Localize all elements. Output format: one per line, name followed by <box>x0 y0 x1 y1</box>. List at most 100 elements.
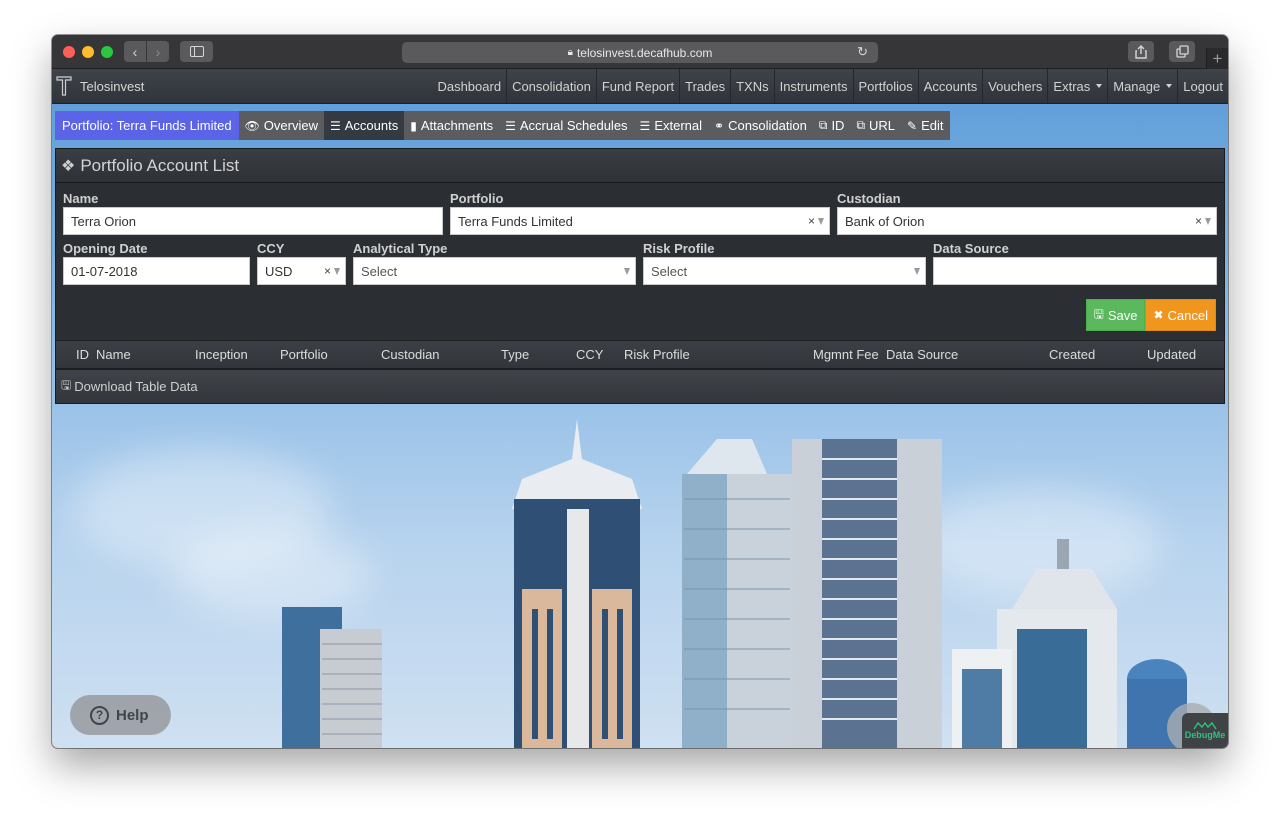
nav-portfolios[interactable]: Portfolios <box>852 69 918 103</box>
opening-date-field: Opening Date 01-07-2018 <box>63 241 250 285</box>
nav-txns[interactable]: TXNs <box>730 69 774 103</box>
address-bar[interactable]: 🔒︎ telosinvest.decafhub.com ↻ <box>402 42 878 63</box>
data-source-input[interactable] <box>933 257 1217 285</box>
column-header-name[interactable]: Name <box>96 341 131 368</box>
cancel-button[interactable]: ✖ Cancel <box>1145 299 1216 331</box>
dropdown-arrow-icon[interactable] <box>914 267 920 275</box>
column-header-portfolio[interactable]: Portfolio <box>280 341 328 368</box>
tab-consolidation[interactable]: ⚭ Consolidation <box>708 111 813 140</box>
nav-menu: Dashboard Consolidation Fund Report Trad… <box>432 69 1228 103</box>
maximize-window-button[interactable] <box>101 46 113 58</box>
column-header-data-source[interactable]: Data Source <box>886 341 958 368</box>
column-header-created[interactable]: Created <box>1049 341 1095 368</box>
name-input[interactable]: Terra Orion <box>63 207 443 235</box>
column-header-mgmnt-fee[interactable]: Mgmnt Fee <box>813 341 879 368</box>
brand-name: Telosinvest <box>80 78 145 94</box>
column-header-updated[interactable]: Updated <box>1147 341 1196 368</box>
risk-profile-select[interactable]: Select <box>643 257 926 285</box>
floppy-disk-icon: 🖫︎ <box>1093 306 1104 321</box>
new-tab-button[interactable]: + <box>1206 48 1228 69</box>
panel-title: Portfolio Account List <box>80 155 240 175</box>
nav-extras-dropdown[interactable]: Extras <box>1047 69 1107 103</box>
tab-overview[interactable]: 👁 Overview <box>239 111 324 140</box>
copy-id-button[interactable]: ⧉ ID <box>813 111 851 140</box>
column-header-id[interactable]: ID <box>76 341 89 368</box>
clear-icon[interactable]: × <box>1195 214 1202 228</box>
copy-url-button[interactable]: ⧉ URL <box>850 111 901 140</box>
column-header-custodian[interactable]: Custodian <box>381 341 440 368</box>
brand[interactable]: Telosinvest <box>52 69 144 103</box>
nav-trades[interactable]: Trades <box>679 69 730 103</box>
data-source-label: Data Source <box>933 241 1009 256</box>
chevron-right-icon: › <box>155 43 161 60</box>
dropdown-arrow-icon[interactable] <box>334 267 340 275</box>
ccy-select[interactable]: USD × <box>257 257 346 285</box>
dropdown-arrow-icon[interactable] <box>1205 217 1211 225</box>
sidebar-toggle-button[interactable] <box>180 41 213 62</box>
nav-manage-dropdown[interactable]: Manage <box>1107 69 1177 103</box>
risk-profile-field: Risk Profile Select <box>643 241 926 285</box>
nav-vouchers[interactable]: Vouchers <box>982 69 1047 103</box>
close-window-button[interactable] <box>63 46 75 58</box>
cancel-label: Cancel <box>1167 307 1208 323</box>
opening-date-input[interactable]: 01-07-2018 <box>63 257 250 285</box>
tab-accrual-schedules[interactable]: ☰ Accrual Schedules <box>499 111 633 140</box>
download-table-data-link[interactable]: 🖫︎ Download Table Data <box>56 370 1224 403</box>
nav-instruments[interactable]: Instruments <box>773 69 853 103</box>
portfolio-title[interactable]: Portfolio: Terra Funds Limited <box>55 111 239 140</box>
tab-label: Consolidation <box>728 118 807 133</box>
opening-date-label: Opening Date <box>63 241 148 256</box>
nav-dashboard[interactable]: Dashboard <box>432 69 506 103</box>
portfolio-field: Portfolio Terra Funds Limited × <box>450 191 830 235</box>
clear-icon[interactable]: × <box>324 264 331 278</box>
nav-label: Accounts <box>923 78 978 94</box>
forward-button[interactable]: › <box>147 41 169 62</box>
tab-attachments[interactable]: ▮ Attachments <box>404 111 499 140</box>
debugme-logo-icon <box>1193 721 1217 730</box>
list-icon: ☰ <box>505 118 516 133</box>
nav-consolidation[interactable]: Consolidation <box>506 69 596 103</box>
tab-label: Overview <box>263 118 318 133</box>
analytical-type-select[interactable]: Select <box>353 257 636 285</box>
analytical-type-label: Analytical Type <box>353 241 448 256</box>
minimize-window-button[interactable] <box>82 46 94 58</box>
tab-accounts[interactable]: ☰ Accounts <box>323 111 405 140</box>
tab-label: ID <box>831 118 845 133</box>
column-header-ccy[interactable]: CCY <box>576 341 603 368</box>
copy-icon: ⧉ <box>818 118 828 132</box>
analytical-type-field: Analytical Type Select <box>353 241 636 285</box>
edit-icon: ✎ <box>907 118 918 133</box>
account-form: Name Terra Orion Portfolio Terra Funds L… <box>56 183 1224 340</box>
debugme-label: DebugMe <box>1184 730 1226 740</box>
edit-button[interactable]: ✎ Edit <box>901 111 949 140</box>
tab-overview-button[interactable] <box>1169 41 1195 62</box>
name-field: Name Terra Orion <box>63 191 443 235</box>
ccy-field: CCY USD × <box>257 241 346 285</box>
column-header-inception[interactable]: Inception <box>195 341 248 368</box>
column-header-risk-profile[interactable]: Risk Profile <box>624 341 690 368</box>
panel-header: ❖ Portfolio Account List <box>56 149 1224 183</box>
ccy-value: USD <box>265 263 293 279</box>
nav-fund-report[interactable]: Fund Report <box>595 69 679 103</box>
column-header-type[interactable]: Type <box>501 341 529 368</box>
help-button[interactable]: ? Help <box>70 695 171 735</box>
dropdown-arrow-icon[interactable] <box>818 217 824 225</box>
clear-icon[interactable]: × <box>808 214 815 228</box>
share-icon <box>1135 44 1147 59</box>
reload-icon[interactable]: ↻ <box>857 44 868 60</box>
cubes-icon: ❖ <box>61 157 76 175</box>
save-button[interactable]: 🖫︎ Save <box>1085 299 1146 331</box>
eye-icon: 👁 <box>244 118 260 133</box>
nav-label: TXNs <box>736 78 769 94</box>
dropdown-arrow-icon[interactable] <box>624 267 630 275</box>
debugme-button[interactable]: DebugMe <box>1182 713 1228 748</box>
share-button[interactable] <box>1128 41 1154 62</box>
tab-external[interactable]: ☰ External <box>634 111 708 140</box>
back-button[interactable]: ‹ <box>124 41 146 62</box>
nav-logout[interactable]: Logout <box>1177 69 1228 103</box>
nav-accounts[interactable]: Accounts <box>917 69 982 103</box>
select-controls: × <box>324 258 340 284</box>
portfolio-select[interactable]: Terra Funds Limited × <box>450 207 830 235</box>
ccy-label: CCY <box>257 241 285 256</box>
custodian-select[interactable]: Bank of Orion × <box>837 207 1217 235</box>
